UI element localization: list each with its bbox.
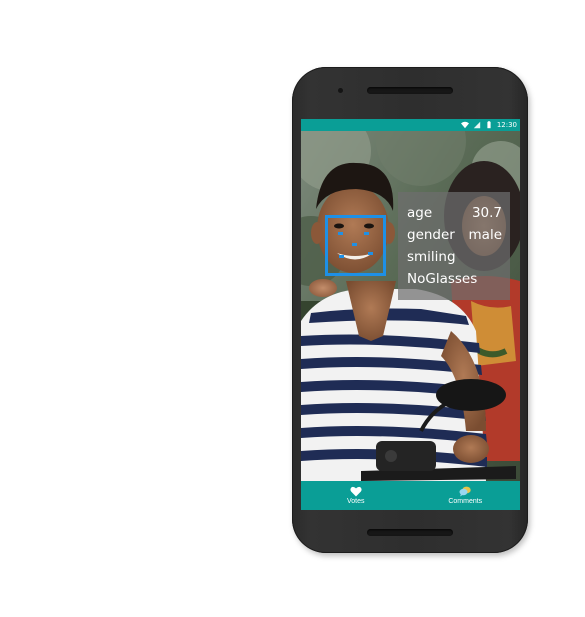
earpiece-speaker: [367, 87, 453, 94]
bottom-navigation: Votes Comments: [301, 481, 520, 510]
heart-icon: [350, 486, 362, 497]
age-value: 30.7: [471, 205, 502, 221]
smiling-label: smiling: [407, 249, 456, 265]
glasses-row: NoGlasses: [407, 268, 502, 290]
gender-label: gender: [407, 227, 455, 243]
page-canvas: 12:30 age 30.7 gender male smiling NoGla…: [0, 0, 585, 617]
photo-illustration: [301, 131, 520, 481]
face-photo: age 30.7 gender male smiling NoGlasses: [301, 131, 520, 481]
status-time: 12:30: [496, 121, 517, 129]
comments-tab[interactable]: Comments: [411, 481, 521, 510]
age-label: age: [407, 205, 433, 221]
votes-tab[interactable]: Votes: [301, 481, 411, 510]
front-camera: [338, 88, 343, 93]
nose-landmark: [352, 243, 357, 246]
face-detection-box[interactable]: [325, 215, 386, 276]
left-eye-landmark: [338, 232, 343, 235]
votes-label: Votes: [346, 498, 365, 505]
wifi-icon: [460, 121, 469, 129]
glasses-label: NoGlasses: [407, 271, 478, 287]
gender-row: gender male: [407, 224, 502, 246]
comments-label: Comments: [448, 498, 483, 505]
right-eye-landmark: [364, 232, 369, 235]
mouth-right-landmark: [368, 252, 373, 255]
age-row: age 30.7: [407, 202, 502, 224]
gender-value: male: [468, 227, 502, 243]
comment-bubbles-icon: [459, 486, 471, 497]
phone-screen: 12:30 age 30.7 gender male smiling NoGla…: [301, 119, 520, 510]
bottom-speaker: [367, 529, 453, 536]
status-bar: 12:30: [301, 119, 520, 131]
battery-icon: [487, 121, 491, 129]
signal-icon: [473, 121, 481, 129]
smiling-row: smiling: [407, 246, 502, 268]
face-attributes-panel: age 30.7 gender male smiling NoGlasses: [398, 192, 510, 300]
mouth-left-landmark: [339, 255, 344, 258]
